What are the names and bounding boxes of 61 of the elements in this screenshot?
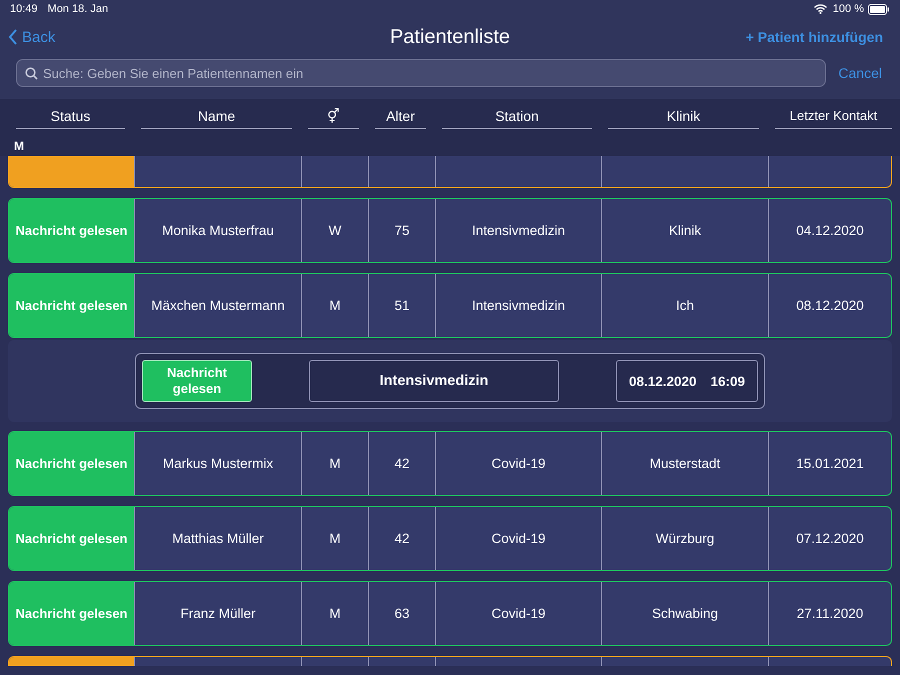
chevron-left-icon [8, 29, 18, 45]
patient-row[interactable]: Nachricht gelesen Markus Mustermix M 42 Covid-19 Musterstadt 15.01.2021 [8, 431, 892, 496]
name-cell: Matthias Müller [134, 507, 301, 570]
name-cell: Franz Müller [134, 582, 301, 645]
wifi-icon [814, 4, 827, 14]
clinic-header[interactable]: Klinik [608, 105, 759, 129]
patient-row[interactable]: Nachricht gelesen Mäxchen Mustermann M 51 Intensivmedizin Ich 08.12.2020 [8, 273, 892, 338]
clinic-cell: Schwabing [601, 582, 768, 645]
station-cell: Covid-19 [435, 582, 601, 645]
page-title: Patientenliste [390, 26, 510, 48]
age-cell: 75 [368, 199, 435, 262]
search-field[interactable]: Suche: Geben Sie einen Patientennamen ein [16, 59, 826, 87]
gender-cell: M [301, 274, 368, 337]
age-cell: 63 [368, 582, 435, 645]
clinic-cell: Ich [601, 274, 768, 337]
date-cell: 15.01.2021 [768, 432, 891, 495]
status-cell: Nachricht gelesen [9, 582, 134, 645]
patient-row[interactable] [8, 156, 892, 188]
age-cell: 51 [368, 274, 435, 337]
name-cell: Monika Musterfrau [134, 199, 301, 262]
patient-row[interactable]: Nachricht gelesen Matthias Müller M 42 Covid-19 Würzburg 07.12.2020 [8, 506, 892, 571]
status-cell: Nachricht gelesen [9, 274, 134, 337]
station-header[interactable]: Station [442, 105, 592, 129]
gender-cell: M [301, 432, 368, 495]
status-time: 10:49 [10, 3, 38, 15]
gender-header[interactable]: ⚥ [308, 105, 359, 129]
patient-row[interactable]: Nachricht gelesen Franz Müller M 63 Covid-19 Schwabing 27.11.2020 [8, 581, 892, 646]
contact-time: 16:09 [710, 374, 746, 388]
status-date: Mon 18. Jan [48, 3, 108, 15]
status-cell: Nachricht gelesen [9, 507, 134, 570]
station-cell: Intensivmedizin [435, 199, 601, 262]
name-cell: Markus Mustermix [134, 432, 301, 495]
age-header[interactable]: Alter [375, 105, 426, 129]
status-label: Nachricht gelesen [142, 360, 252, 402]
status-header[interactable]: Status [16, 105, 125, 129]
station-cell: Covid-19 [435, 507, 601, 570]
name-header[interactable]: Name [141, 105, 292, 129]
status-cell: Nachricht gelesen [9, 432, 134, 495]
station-cell: Intensivmedizin [435, 274, 601, 337]
date-cell: 27.11.2020 [768, 582, 891, 645]
station-label: Intensivmedizin [309, 360, 559, 402]
name-cell: Mäxchen Mustermann [134, 274, 301, 337]
clinic-cell: Klinik [601, 199, 768, 262]
patient-row[interactable]: Nachricht gelesen Monika Musterfrau W 75 Intensivmedizin Klinik 04.12.2020 [8, 198, 892, 263]
section-letter: M [13, 138, 24, 155]
age-cell: 42 [368, 507, 435, 570]
last-contact-header[interactable]: Letzter Kontakt [775, 105, 892, 129]
date-cell: 07.12.2020 [768, 507, 891, 570]
date-cell: 04.12.2020 [768, 199, 891, 262]
date-cell: 08.12.2020 [768, 274, 891, 337]
clinic-cell: Würzburg [601, 507, 768, 570]
clinic-cell: Musterstadt [601, 432, 768, 495]
gender-cell: W [301, 199, 368, 262]
station-cell: Covid-19 [435, 432, 601, 495]
gender-cell: M [301, 507, 368, 570]
battery-icon [868, 4, 890, 14]
battery-percent: 100 % [832, 3, 864, 15]
gender-cell: M [301, 582, 368, 645]
contact-date: 08.12.2020 [628, 374, 697, 388]
age-cell: 42 [368, 432, 435, 495]
status-cell: Nachricht gelesen [9, 199, 134, 262]
